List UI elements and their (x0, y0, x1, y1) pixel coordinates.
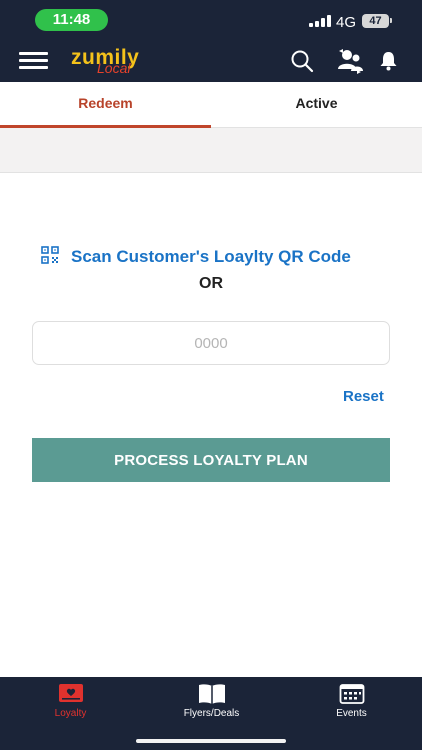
tab-bar: Redeem Active (0, 82, 422, 128)
app-header: zumily Local (0, 38, 422, 82)
status-time: 11:48 (35, 9, 108, 31)
book-icon (197, 683, 227, 710)
or-divider-label: OR (199, 275, 223, 292)
status-bar: 11:48 4G 47 (0, 0, 422, 38)
qr-code-icon (40, 245, 60, 270)
tab-active[interactable]: Active (211, 82, 422, 128)
logo-sub-text: Local (97, 60, 131, 76)
loyalty-code-input[interactable] (32, 321, 390, 365)
tab-redeem[interactable]: Redeem (0, 82, 211, 128)
app-logo: zumily Local (71, 47, 153, 77)
home-indicator (136, 739, 286, 743)
reset-link[interactable]: Reset (343, 388, 384, 405)
scan-qr-link[interactable]: Scan Customer's Loaylty QR Code (40, 245, 351, 269)
signal-icon (309, 15, 331, 27)
nav-item-flyers-deals[interactable]: Flyers/Deals (141, 677, 282, 733)
calendar-icon (339, 683, 365, 710)
nav-label-flyers-deals: Flyers/Deals (183, 708, 240, 719)
menu-icon[interactable] (19, 51, 48, 69)
nav-label-loyalty: Loyalty (54, 708, 87, 719)
user-switch-icon[interactable] (336, 47, 364, 80)
search-icon[interactable] (290, 49, 314, 78)
nav-item-events[interactable]: Events (281, 677, 422, 733)
nav-label-events: Events (336, 708, 367, 719)
battery-icon: 47 (362, 14, 389, 28)
battery-tip (390, 18, 392, 23)
process-loyalty-plan-button[interactable]: PROCESS LOYALTY PLAN (32, 438, 390, 482)
network-type: 4G (336, 14, 357, 31)
nav-item-loyalty[interactable]: Loyalty (0, 677, 141, 733)
scan-qr-label: Scan Customer's Loaylty QR Code (71, 247, 351, 266)
loyalty-card-icon (58, 683, 84, 710)
bell-icon[interactable] (379, 51, 398, 76)
tab-content-strip (0, 128, 422, 173)
